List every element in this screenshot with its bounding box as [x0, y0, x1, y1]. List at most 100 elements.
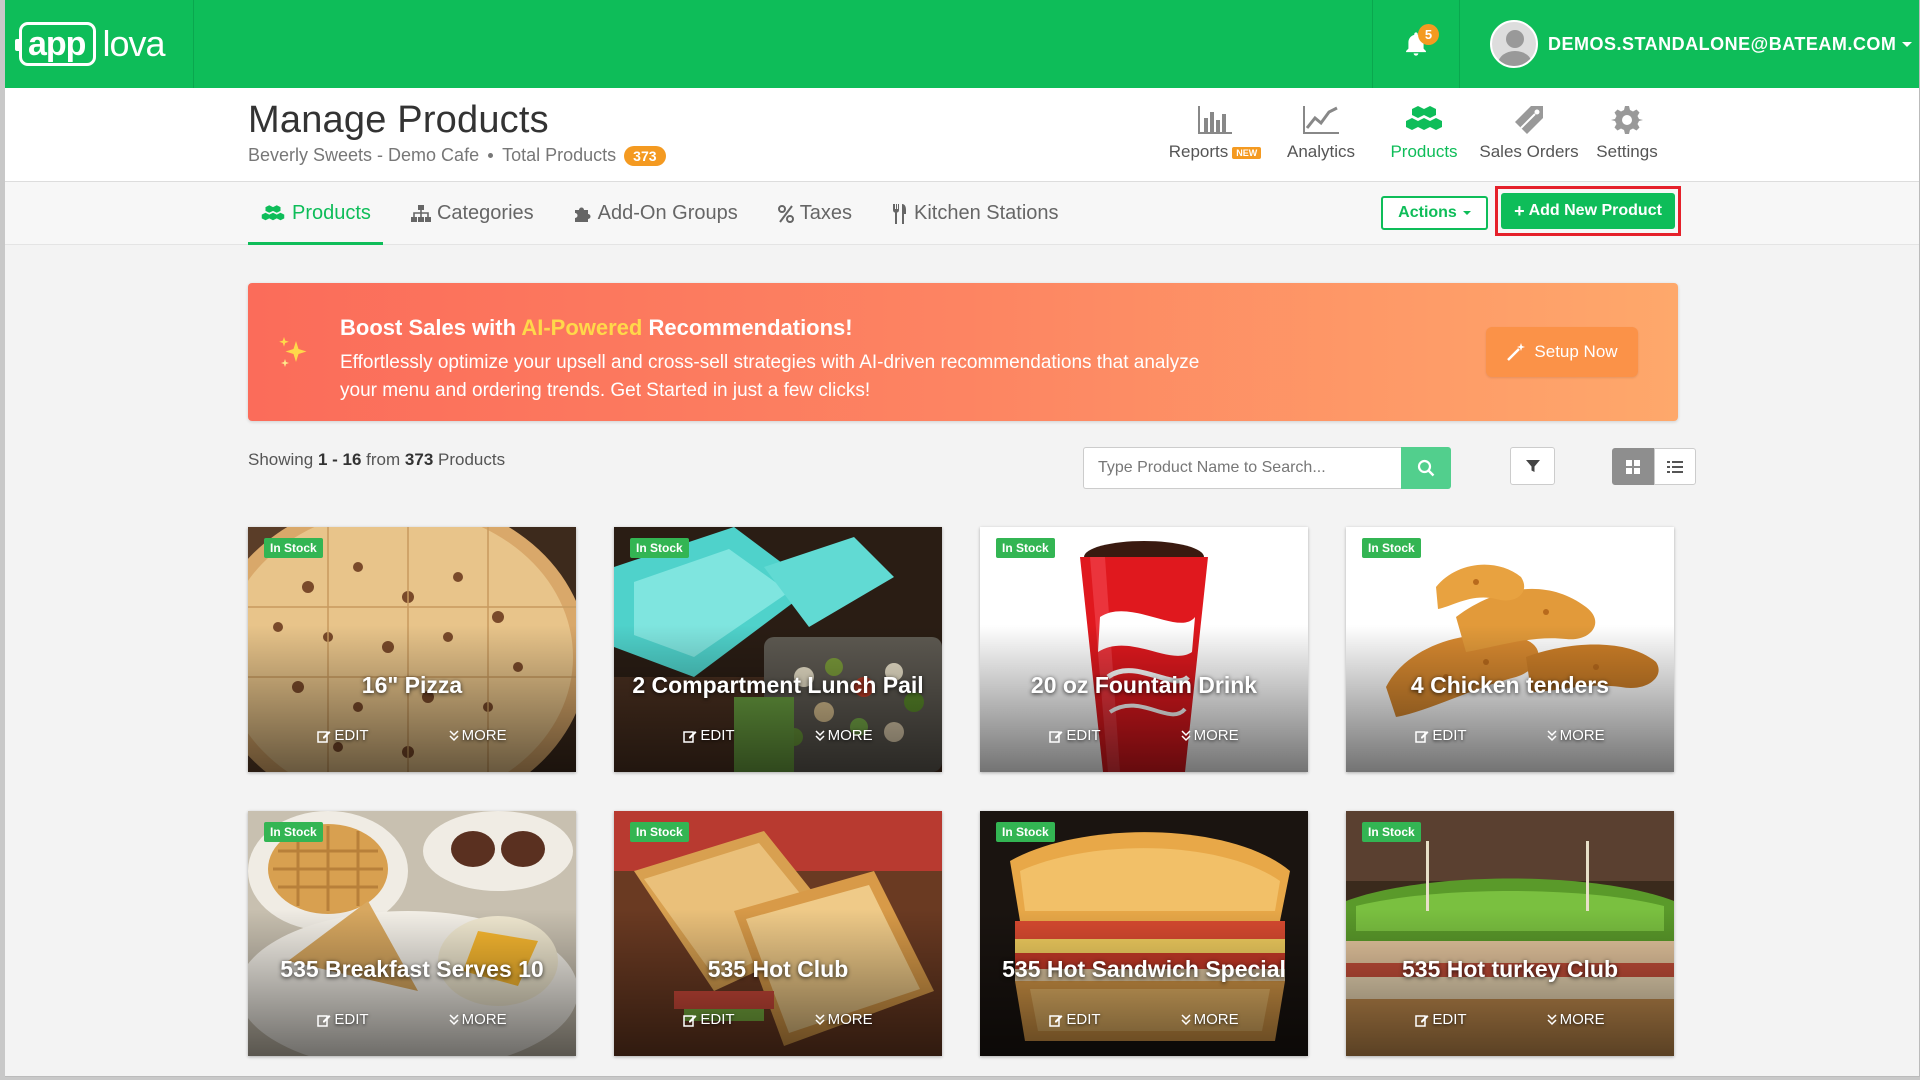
- nav-products[interactable]: Products: [1372, 104, 1476, 162]
- edit-button[interactable]: EDIT: [683, 727, 735, 744]
- top-bar: app lova 5 DEMOS.STANDALONE@BATEAM.COM: [5, 0, 1919, 88]
- product-name: 20 oz Fountain Drink: [1030, 672, 1258, 698]
- double-chevron-down-icon: [1181, 729, 1191, 741]
- top-nav: Reports NEW Analytics Products Sales Ord…: [1160, 104, 1672, 162]
- edit-icon: [317, 1014, 331, 1027]
- tab-categories[interactable]: Categories: [399, 182, 546, 245]
- card-actions: EDIT MORE: [614, 727, 942, 744]
- cubes-icon: [261, 204, 285, 220]
- more-button[interactable]: MORE: [449, 727, 507, 744]
- setup-now-label: Setup Now: [1534, 342, 1618, 361]
- edit-button[interactable]: EDIT: [1415, 1011, 1467, 1028]
- edit-label: EDIT: [1066, 1011, 1101, 1028]
- tab-kitchen-stations[interactable]: Kitchen Stations: [880, 182, 1071, 245]
- sitemap-icon: [410, 204, 431, 222]
- product-name: 535 Hot Sandwich Special: [1002, 956, 1286, 982]
- more-button[interactable]: MORE: [1547, 727, 1605, 744]
- edit-button[interactable]: EDIT: [1049, 1011, 1101, 1028]
- actions-dropdown-button[interactable]: Actions: [1381, 196, 1488, 230]
- edit-icon: [683, 730, 697, 743]
- edit-label: EDIT: [1066, 727, 1101, 744]
- showing-prefix: Showing: [248, 450, 314, 469]
- filter-button[interactable]: [1510, 447, 1555, 485]
- notifications-button[interactable]: [1372, 0, 1460, 88]
- nav-sales-orders[interactable]: Sales Orders: [1476, 104, 1582, 162]
- plus-icon: +: [1514, 200, 1525, 221]
- edit-label: EDIT: [334, 727, 369, 744]
- product-card[interactable]: In Stock 535 Hot Sandwich Special EDIT M…: [980, 811, 1308, 1056]
- card-actions: EDIT MORE: [1346, 727, 1674, 744]
- nav-analytics[interactable]: Analytics: [1270, 104, 1372, 162]
- double-chevron-down-icon: [815, 1013, 825, 1025]
- in-stock-badge: In Stock: [630, 822, 689, 842]
- tab-taxes[interactable]: Taxes: [766, 182, 864, 245]
- product-card[interactable]: In Stock 20 oz Fountain Drink EDIT MORE: [980, 527, 1308, 772]
- sparkle-icon: [279, 337, 307, 367]
- add-new-product-button[interactable]: + Add New Product: [1501, 193, 1675, 229]
- edit-button[interactable]: EDIT: [317, 1011, 369, 1028]
- total-products-badge: 373: [624, 145, 666, 166]
- puzzle-icon: [574, 207, 591, 222]
- more-label: MORE: [1559, 1011, 1605, 1028]
- product-card[interactable]: In Stock 4 Chicken tenders EDIT MORE: [1346, 527, 1674, 772]
- tab-add-on-groups[interactable]: Add-On Groups: [562, 182, 750, 245]
- product-name: 535 Hot Club: [707, 956, 849, 982]
- more-button[interactable]: MORE: [1181, 1011, 1239, 1028]
- tab-add-on-groups-label: Add-On Groups: [597, 202, 738, 224]
- in-stock-badge: In Stock: [264, 538, 323, 558]
- nav-settings[interactable]: Settings: [1582, 104, 1672, 162]
- banner-title-start: Boost Sales with: [340, 315, 522, 340]
- more-button[interactable]: MORE: [815, 1011, 873, 1028]
- showing-summary: Showing 1 - 16 from 373 Products: [248, 450, 505, 470]
- edit-button[interactable]: EDIT: [317, 727, 369, 744]
- more-button[interactable]: MORE: [1181, 727, 1239, 744]
- notification-count-badge: 5: [1418, 24, 1439, 45]
- tab-products[interactable]: Products: [248, 182, 383, 245]
- tab-products-label: Products: [292, 202, 371, 224]
- grid-view-button[interactable]: [1612, 448, 1654, 485]
- edit-button[interactable]: EDIT: [683, 1011, 735, 1028]
- more-button[interactable]: MORE: [449, 1011, 507, 1028]
- nav-settings-label: Settings: [1596, 142, 1658, 161]
- banner-title-highlight: AI-Powered: [521, 315, 643, 340]
- search-button[interactable]: [1401, 447, 1451, 489]
- search-icon: [1417, 459, 1435, 477]
- app-frame: app lova 5 DEMOS.STANDALONE@BATEAM.COM M…: [5, 0, 1920, 1077]
- more-button[interactable]: MORE: [815, 727, 873, 744]
- edit-label: EDIT: [700, 1011, 735, 1028]
- applova-logo[interactable]: app lova: [14, 20, 166, 68]
- chevron-down-icon: [1462, 211, 1471, 215]
- more-button[interactable]: MORE: [1547, 1011, 1605, 1028]
- list-view-button[interactable]: [1654, 448, 1696, 485]
- search-input[interactable]: [1083, 447, 1401, 489]
- edit-icon: [1049, 730, 1063, 743]
- edit-button[interactable]: EDIT: [1415, 727, 1467, 744]
- product-card[interactable]: In Stock 535 Breakfast Serves 10 EDIT MO…: [248, 811, 576, 1056]
- logo-text: lova: [102, 23, 165, 64]
- edit-button[interactable]: EDIT: [1049, 727, 1101, 744]
- product-name: 535 Hot turkey Club: [1402, 956, 1618, 982]
- banner-title: Boost Sales with AI-Powered Recommendati…: [340, 315, 853, 341]
- user-menu[interactable]: DEMOS.STANDALONE@BATEAM.COM: [1490, 20, 1913, 68]
- setup-now-button[interactable]: Setup Now: [1486, 327, 1638, 377]
- card-actions: EDIT MORE: [980, 727, 1308, 744]
- percent-icon: [777, 204, 794, 223]
- product-card[interactable]: In Stock 16" Pizza EDIT MORE: [248, 527, 576, 772]
- product-card[interactable]: In Stock 535 Hot turkey Club EDIT MORE: [1346, 811, 1674, 1056]
- product-card[interactable]: In Stock 535 Hot Club EDIT MORE: [614, 811, 942, 1056]
- in-stock-badge: In Stock: [996, 538, 1055, 558]
- in-stock-badge: In Stock: [264, 822, 323, 842]
- nav-sales-orders-label: Sales Orders: [1479, 142, 1579, 161]
- nav-reports[interactable]: Reports NEW: [1160, 104, 1270, 162]
- store-name: Beverly Sweets - Demo Cafe: [248, 145, 480, 165]
- list-icon: [1667, 460, 1683, 473]
- card-actions: EDIT MORE: [1346, 1011, 1674, 1028]
- double-chevron-down-icon: [449, 1013, 459, 1025]
- product-name: 16" Pizza: [361, 672, 463, 698]
- product-card[interactable]: In Stock 2 Compartment Lunch Pail EDIT M…: [614, 527, 942, 772]
- sub-nav: Products Categories Add-On Groups Taxes …: [5, 182, 1919, 245]
- banner-description: Effortlessly optimize your upsell and cr…: [340, 352, 1200, 401]
- total-products-label: Total Products: [502, 145, 617, 165]
- double-chevron-down-icon: [1547, 1013, 1557, 1025]
- tab-kitchen-stations-label: Kitchen Stations: [913, 202, 1059, 224]
